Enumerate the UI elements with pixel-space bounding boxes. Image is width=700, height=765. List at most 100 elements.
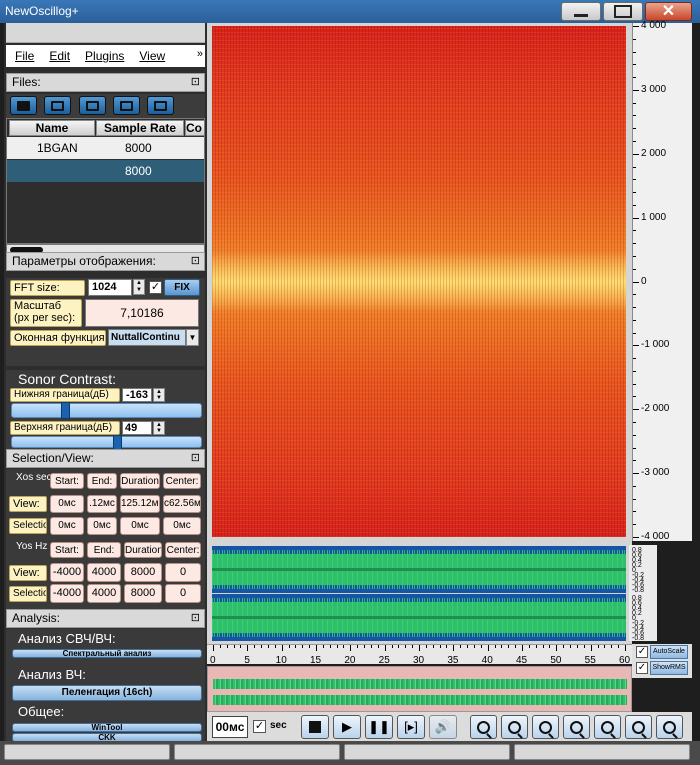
- waveform-channel-2[interactable]: [212, 594, 626, 641]
- chevron-down-icon[interactable]: ▼: [186, 329, 199, 346]
- pin-icon[interactable]: ⊡: [191, 74, 200, 91]
- zoom-in-button[interactable]: [470, 715, 497, 739]
- time-minor-tick: [542, 645, 544, 648]
- zoom-out-vertical-button[interactable]: [656, 715, 683, 739]
- pin-icon[interactable]: ⊡: [191, 610, 200, 627]
- display-toggles: ✓ AutoScale ✓ ShowRMS: [632, 644, 692, 678]
- y-sel-duration[interactable]: 8000: [124, 584, 162, 603]
- column-header-sample-rate[interactable]: Sample Rate: [96, 120, 184, 136]
- lower-bound-input[interactable]: -163: [122, 388, 152, 402]
- fix-checkbox[interactable]: ✓: [149, 281, 162, 294]
- y-sel-center[interactable]: 0: [165, 584, 201, 603]
- y-view-end[interactable]: 4000: [87, 563, 121, 582]
- frequency-minor-tick: [633, 230, 636, 232]
- window-function-select[interactable]: NuttallContinu: [108, 329, 186, 346]
- zoom-out-horizontal-button[interactable]: [594, 715, 621, 739]
- table-row[interactable]: 8000: [7, 160, 204, 182]
- time-tick: [625, 645, 626, 651]
- column-header-co[interactable]: Co: [185, 120, 204, 136]
- time-minor-tick: [570, 645, 572, 648]
- lower-bound-spinner[interactable]: ▲ ▼: [153, 388, 165, 402]
- contrast-panel: Sonor Contrast: Нижняя граница(дБ) -163 …: [6, 370, 205, 460]
- x-sel-start[interactable]: 0мс: [50, 517, 84, 535]
- time-minor-tick: [467, 645, 469, 648]
- y-view-start[interactable]: -4000: [50, 563, 84, 582]
- pin-icon[interactable]: ⊡: [191, 253, 200, 270]
- export-icon: [86, 101, 99, 111]
- y-view-duration[interactable]: 8000: [124, 563, 162, 582]
- menu-plugins[interactable]: Plugins: [85, 49, 124, 63]
- maximize-button[interactable]: [603, 2, 643, 21]
- menu-edit[interactable]: Edit: [49, 49, 70, 63]
- y-view-center[interactable]: 0: [165, 563, 201, 582]
- waveform-channel-1[interactable]: [212, 546, 626, 593]
- x-sel-duration[interactable]: 0мс: [120, 517, 160, 535]
- upper-bound-input[interactable]: 49: [122, 421, 152, 435]
- current-time-display[interactable]: 00мс: [212, 716, 248, 738]
- folder-open-icon: [17, 101, 30, 111]
- zoom-out-button[interactable]: [501, 715, 528, 739]
- column-header-name[interactable]: Name: [9, 120, 95, 136]
- overview-strip[interactable]: [207, 666, 632, 712]
- fft-size-input[interactable]: 1024: [88, 279, 132, 296]
- import-button[interactable]: [147, 96, 174, 115]
- menu-overflow-button[interactable]: »: [197, 48, 203, 60]
- autoscale-checkbox[interactable]: ✓: [636, 646, 648, 658]
- zoom-in-horizontal-button[interactable]: [563, 715, 590, 739]
- slider-handle[interactable]: [112, 435, 122, 450]
- play-button[interactable]: ▶: [333, 715, 361, 739]
- close-button[interactable]: ✕: [645, 2, 692, 21]
- menu-view[interactable]: View: [139, 49, 165, 63]
- y-sel-start[interactable]: -4000: [50, 584, 84, 603]
- add-file-button[interactable]: [44, 96, 71, 115]
- x-sel-end[interactable]: 0мс: [87, 517, 117, 535]
- status-panel: [514, 744, 690, 760]
- showrms-checkbox[interactable]: ✓: [636, 662, 648, 674]
- lower-bound-slider[interactable]: [11, 402, 202, 419]
- x-view-end[interactable]: .12мс: [87, 495, 117, 513]
- x-view-start[interactable]: 0мс: [50, 495, 84, 513]
- fft-size-spinner[interactable]: ▲ ▼: [133, 279, 145, 295]
- ckk-button[interactable]: CKK: [12, 733, 202, 741]
- scale-value[interactable]: 7,10186: [85, 299, 199, 327]
- zoom-fit-button[interactable]: [532, 715, 559, 739]
- upper-bound-spinner[interactable]: ▲ ▼: [153, 421, 165, 435]
- x-end-header: End:: [87, 473, 117, 489]
- frequency-minor-tick: [633, 128, 636, 130]
- autoscale-button[interactable]: AutoScale: [650, 645, 688, 659]
- x-sel-center[interactable]: 0мс: [163, 517, 201, 535]
- minimize-button[interactable]: [561, 2, 601, 21]
- frequency-tick-label: -1 000: [641, 339, 670, 351]
- table-row[interactable]: 1BGAN 8000: [7, 137, 204, 159]
- x-view-duration[interactable]: 125.12мс: [120, 495, 160, 513]
- fix-button[interactable]: FIX: [164, 279, 200, 296]
- pause-button[interactable]: ❚❚: [365, 715, 393, 739]
- slider-handle[interactable]: [60, 402, 70, 419]
- volume-button[interactable]: 🔊: [429, 715, 457, 739]
- menu-file[interactable]: File: [15, 49, 34, 63]
- frequency-minor-tick: [633, 294, 636, 296]
- direction-finding-button[interactable]: Пеленгация (16ch): [12, 685, 202, 701]
- stop-button[interactable]: [301, 715, 329, 739]
- pin-icon[interactable]: ⊡: [191, 450, 200, 467]
- time-minor-tick: [322, 645, 324, 648]
- sec-checkbox[interactable]: ✓: [253, 720, 266, 733]
- y-axis-label: Yos Hz: [16, 541, 48, 552]
- time-minor-tick: [611, 645, 613, 648]
- status-panel: [174, 744, 340, 760]
- upper-bound-slider[interactable]: [11, 435, 202, 450]
- open-file-button[interactable]: [10, 96, 37, 115]
- zoom-in-vertical-button[interactable]: [625, 715, 652, 739]
- time-minor-tick: [549, 645, 551, 648]
- spectral-analysis-button[interactable]: Спектральный анализ: [12, 649, 202, 658]
- x-view-center[interactable]: c62.56мс: [163, 495, 201, 513]
- delete-button[interactable]: [113, 96, 140, 115]
- time-tick: [316, 645, 317, 651]
- y-sel-end[interactable]: 4000: [87, 584, 121, 603]
- showrms-button[interactable]: ShowRMS: [650, 661, 688, 675]
- frequency-tick: [633, 345, 639, 347]
- wintool-button[interactable]: WinTool: [12, 723, 202, 732]
- export-button[interactable]: [79, 96, 106, 115]
- time-minor-tick: [343, 645, 345, 648]
- loop-button[interactable]: [▸]: [397, 715, 425, 739]
